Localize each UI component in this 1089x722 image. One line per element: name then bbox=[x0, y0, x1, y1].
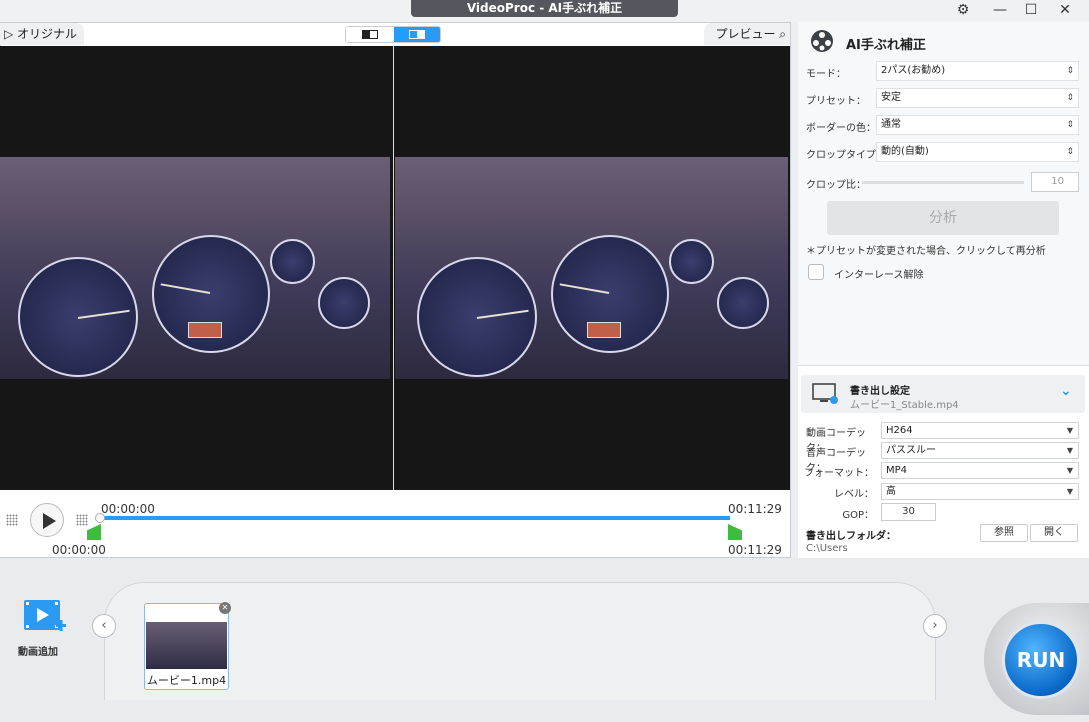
video-codec-value: H264 bbox=[886, 425, 913, 436]
settings-gear-icon[interactable]: ⚙ bbox=[948, 0, 978, 20]
mode-value: 2パス(お勧め) bbox=[881, 65, 946, 76]
crop-ratio-slider[interactable] bbox=[862, 181, 1024, 184]
crop-type-value: 動的(自動) bbox=[881, 146, 929, 157]
drag-handle-left-icon[interactable] bbox=[6, 514, 18, 526]
export-filename: ムービー1_Stable.mp4 bbox=[850, 400, 959, 411]
run-button[interactable]: RUN bbox=[1002, 621, 1080, 699]
level-label: レベル： bbox=[834, 489, 874, 500]
close-button[interactable]: ✕ bbox=[1050, 0, 1080, 20]
dropdown-arrow-icon: ▼ bbox=[1066, 426, 1073, 435]
end-time-top: 00:11:29 bbox=[728, 502, 782, 516]
output-folder-path: C:\Users bbox=[806, 543, 848, 554]
timeline-area bbox=[0, 490, 790, 557]
border-color-select[interactable]: 通常 ⇕ bbox=[876, 115, 1079, 135]
drag-handle-right-icon[interactable] bbox=[76, 514, 88, 526]
gop-label: GOP： bbox=[842, 510, 874, 521]
updown-arrow-icon: ⇕ bbox=[1066, 66, 1074, 76]
preset-select[interactable]: 安定 ⇕ bbox=[876, 88, 1079, 108]
scroll-left-button[interactable]: ‹ bbox=[92, 614, 116, 638]
crop-ratio-label: クロップ比： bbox=[806, 180, 866, 191]
double-chevron-down-icon[interactable]: ⌄ bbox=[1060, 383, 1072, 399]
trim-start-time: 00:00:00 bbox=[52, 543, 106, 557]
temp-gauge bbox=[669, 239, 714, 284]
browse-button[interactable]: 参照 bbox=[980, 524, 1028, 542]
playhead-knob[interactable] bbox=[95, 513, 105, 523]
clip-thumbnail-image bbox=[146, 622, 227, 669]
current-time: 00:00:00 bbox=[101, 502, 155, 516]
border-color-value: 通常 bbox=[881, 119, 901, 130]
open-folder-button[interactable]: 開く bbox=[1030, 524, 1078, 542]
monitor-settings-icon bbox=[812, 383, 838, 404]
single-view-button[interactable] bbox=[346, 27, 394, 42]
crop-ratio-input[interactable]: 10 bbox=[1031, 172, 1079, 192]
dropdown-arrow-icon: ▼ bbox=[1066, 446, 1073, 455]
fuel-gauge bbox=[717, 277, 769, 329]
mode-label: モード： bbox=[806, 69, 846, 80]
format-label: フォーマット： bbox=[804, 468, 874, 479]
split-divider[interactable] bbox=[393, 46, 394, 490]
audio-codec-value: パススルー bbox=[886, 445, 936, 456]
preview-tab-label: プレビュー ⌕ bbox=[704, 23, 790, 45]
audio-codec-select[interactable]: パススルー ▼ bbox=[881, 442, 1079, 459]
magnifier-icon: ⌕ bbox=[775, 27, 786, 41]
play-button[interactable] bbox=[30, 503, 64, 537]
preview-label: プレビュー bbox=[715, 27, 776, 41]
view-mode-toggle[interactable] bbox=[345, 26, 441, 43]
original-tab-label: ▷ オリジナル bbox=[0, 23, 84, 45]
window-title: VideoProc - AI手ぶれ補正 bbox=[411, 0, 678, 17]
export-title: 書き出し設定 bbox=[850, 386, 910, 397]
deinterlace-checkbox[interactable] bbox=[808, 264, 824, 280]
gop-input[interactable]: 30 bbox=[881, 503, 936, 521]
format-value: MP4 bbox=[886, 465, 908, 476]
remove-clip-close-icon[interactable]: ✕ bbox=[219, 602, 231, 614]
maximize-button[interactable]: ☐ bbox=[1016, 0, 1046, 20]
updown-arrow-icon: ⇕ bbox=[1066, 93, 1074, 103]
add-video-label[interactable]: 動画追加 bbox=[18, 643, 58, 658]
crop-type-select[interactable]: 動的(自動) ⇕ bbox=[876, 142, 1079, 162]
split-view-icon bbox=[409, 30, 425, 39]
preset-value: 安定 bbox=[881, 92, 901, 103]
reanalyze-note: ＊プリセットが変更された場合、クリックして再分析 bbox=[806, 246, 1046, 257]
odometer-display bbox=[587, 322, 621, 338]
clip-filename: ムービー1.mp4 bbox=[146, 674, 227, 687]
trim-end-time: 00:11:29 bbox=[728, 543, 782, 557]
dropdown-arrow-icon: ▼ bbox=[1066, 466, 1073, 475]
deinterlace-label: インターレース解除 bbox=[834, 270, 924, 281]
preset-label: プリセット： bbox=[806, 96, 866, 107]
minimize-button[interactable]: — bbox=[985, 0, 1015, 20]
split-view-button[interactable] bbox=[394, 27, 440, 42]
dropdown-arrow-icon: ▼ bbox=[1066, 487, 1073, 496]
stabilized-video-frame bbox=[395, 157, 788, 379]
play-icon bbox=[43, 513, 56, 529]
analyze-button[interactable]: 分析 bbox=[827, 201, 1059, 235]
level-value: 高 bbox=[886, 486, 896, 497]
temp-gauge bbox=[270, 239, 315, 284]
odometer-display bbox=[188, 322, 222, 338]
film-reel-icon bbox=[811, 30, 833, 52]
fuel-gauge bbox=[318, 277, 370, 329]
scroll-right-button[interactable]: › bbox=[923, 614, 947, 638]
original-video-frame bbox=[0, 157, 390, 379]
mode-select[interactable]: 2パス(お勧め) ⇕ bbox=[876, 61, 1079, 81]
border-color-label: ボーダーの色： bbox=[806, 123, 876, 134]
updown-arrow-icon: ⇕ bbox=[1066, 147, 1074, 157]
add-video-icon[interactable] bbox=[22, 598, 68, 638]
progress-track[interactable] bbox=[100, 516, 730, 520]
output-folder-label: 書き出しフォルダ： bbox=[806, 531, 896, 542]
stabilize-title: AI手ぶれ補正 bbox=[846, 38, 926, 53]
level-select[interactable]: 高 ▼ bbox=[881, 483, 1079, 500]
crop-type-label: クロップタイプ： bbox=[806, 150, 886, 161]
video-codec-select[interactable]: H264 ▼ bbox=[881, 422, 1079, 439]
updown-arrow-icon: ⇕ bbox=[1066, 120, 1074, 130]
single-view-icon bbox=[362, 30, 378, 39]
format-select[interactable]: MP4 ▼ bbox=[881, 462, 1079, 479]
